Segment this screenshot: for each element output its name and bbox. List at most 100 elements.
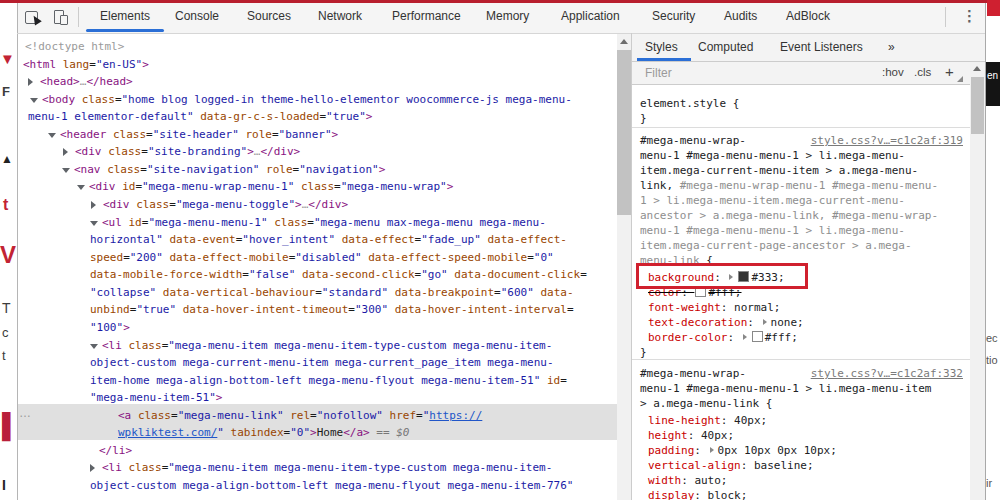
devtools-screenshot: ▼F▲tVTct▌I ElementsConsoleSourcesNetwork…	[0, 0, 1000, 500]
css-property-line-height[interactable]: line-height: 40px;	[648, 413, 767, 428]
collapse-arrow-icon[interactable]	[77, 185, 85, 190]
css-property-height[interactable]: height: 40px;	[648, 428, 734, 443]
selector-line[interactable]: > a.mega-menu-link {	[640, 396, 772, 411]
dom-tree-line[interactable]: unbind="true" data-hover-intent-timeout=…	[90, 301, 574, 318]
dom-token: <header	[60, 128, 106, 141]
tab-application[interactable]: Application	[561, 9, 620, 23]
dom-tree-line[interactable]: <a class="mega-menu-link" rel="nofollow"…	[118, 407, 482, 424]
scrollbar-up-arrow-icon[interactable]	[973, 66, 981, 71]
css-property-width[interactable]: width: auto;	[648, 473, 728, 488]
css-property-text-decoration[interactable]: text-decoration: none;	[648, 315, 804, 330]
elements-scrollbar[interactable]	[617, 34, 631, 500]
dom-tree-line[interactable]: "100">	[90, 319, 130, 336]
color-swatch[interactable]	[752, 331, 763, 342]
selector-line[interactable]: menu-1 #mega-menu-menu-1 > li.mega-menu-…	[640, 381, 931, 396]
dom-token: <div	[103, 198, 130, 211]
dom-token: >	[142, 58, 149, 71]
elements-scrollbar-thumb[interactable]	[617, 50, 631, 215]
dom-token: <nav	[74, 163, 101, 176]
tab-network[interactable]: Network	[318, 9, 362, 23]
tab-adblock[interactable]: AdBlock	[786, 9, 830, 23]
dom-token: "mega-menu-link"	[178, 409, 284, 422]
dom-tree-line[interactable]: speed="200" data-effect-mobile="disabled…	[90, 249, 554, 266]
styles-scrollbar[interactable]	[970, 62, 985, 500]
collapse-arrow-icon[interactable]	[48, 133, 56, 138]
dom-tree-line[interactable]: data-mobile-force-width="false" data-sec…	[90, 266, 587, 283]
tab-performance[interactable]: Performance	[392, 9, 461, 23]
dom-tree-line[interactable]: <div id="mega-menu-wrap-menu-1" class="m…	[89, 178, 453, 195]
dom-token: "site-branding"	[148, 145, 247, 158]
element-style-open[interactable]: element.style {	[640, 96, 739, 111]
selector-line[interactable]: #mega-menu-wrap-	[640, 133, 746, 148]
inspect-element-icon[interactable]	[25, 11, 38, 24]
more-options-icon[interactable]: ⋮	[962, 7, 977, 25]
expand-arrow-icon[interactable]	[90, 464, 95, 472]
collapse-arrow-icon[interactable]	[62, 168, 70, 173]
dom-token: =	[310, 409, 317, 422]
css-property-font-weight[interactable]: font-weight: normal;	[648, 300, 780, 315]
dom-tree-line[interactable]: "collapse" data-vertical-behaviour="stan…	[90, 284, 574, 301]
selector-line[interactable]: #mega-menu-wrap-	[640, 366, 746, 381]
tab-memory[interactable]: Memory	[486, 9, 529, 23]
dom-token: =	[348, 303, 355, 316]
dom-tree-line[interactable]: <ul id="mega-menu-menu-1" class="mega-me…	[102, 214, 546, 231]
expand-arrow-icon[interactable]	[763, 319, 767, 325]
expand-arrow-icon[interactable]	[63, 148, 68, 156]
tab-audits[interactable]: Audits	[724, 9, 757, 23]
dom-tree-line[interactable]: <div class="site-branding">…</div>	[75, 143, 300, 160]
dom-tree-line[interactable]: <li class="mega-menu-item mega-menu-item…	[102, 459, 552, 476]
selector-line[interactable]: item.mega-current-page-ancestor > a.mega…	[640, 238, 912, 253]
expand-arrow-icon[interactable]	[710, 447, 714, 453]
tab-console[interactable]: Console	[175, 9, 219, 23]
selector-line[interactable]: link, #mega-menu-wrap-menu-1 #mega-menu-…	[640, 178, 938, 193]
dom-tree-line[interactable]: </li>	[99, 442, 132, 459]
dom-tree-line[interactable]: "mega-menu-item-51">	[90, 389, 222, 406]
collapse-arrow-icon[interactable]	[90, 344, 98, 349]
dom-tree-line[interactable]: <nav class="site-navigation" role="navig…	[74, 161, 385, 178]
selector-line[interactable]: ancestor > a.mega-menu-link, #mega-menu-…	[640, 208, 938, 223]
styles-scrollbar-thumb[interactable]	[971, 77, 984, 134]
selector-line[interactable]: 1 > li.mega-menu-item.mega-current-menu-	[640, 193, 905, 208]
dom-token: item-home mega-align-bottom-left mega-me…	[90, 374, 540, 387]
expand-arrow-icon[interactable]	[743, 334, 747, 340]
selector-line[interactable]: item.mega-current-menu-item > a.mega-men…	[640, 163, 918, 178]
css-property-border-color[interactable]: border-color: #fff;	[648, 330, 798, 345]
dom-tree-line[interactable]: <div class="mega-menu-toggle">…</div>	[103, 196, 348, 213]
selector-line[interactable]: menu-1 #mega-menu-menu-1 > li.mega-menu-	[640, 223, 905, 238]
devtools-right-border	[985, 0, 986, 500]
css-property-display[interactable]: display: block;	[648, 488, 747, 500]
tab-security[interactable]: Security	[652, 9, 695, 23]
dom-tree-line[interactable]: menu-1 elementor-default" data-gr-c-s-lo…	[28, 108, 372, 125]
dom-tree-line[interactable]: <head>…</head>	[40, 73, 133, 90]
dom-tree-line[interactable]: <!doctype html>	[25, 38, 124, 55]
page-text-fragment: I	[2, 477, 6, 493]
dom-tree-line[interactable]: <li class="mega-menu-item mega-menu-item…	[102, 337, 552, 354]
tab-sources[interactable]: Sources	[247, 9, 291, 23]
dom-tree-line[interactable]: item-home mega-align-bottom-left mega-me…	[90, 372, 567, 389]
dom-token: "mega-menu-wrap-menu-1"	[142, 180, 294, 193]
selector-line[interactable]: menu-1 #mega-menu-menu-1 > li.mega-menu-	[640, 148, 905, 163]
tab-elements[interactable]: Elements	[100, 9, 150, 23]
dom-tree-line[interactable]: horizontal" data-event="hover_intent" da…	[90, 231, 567, 248]
css-property-vertical-align[interactable]: vertical-align: baseline;	[648, 458, 814, 473]
dom-token: <a	[118, 409, 131, 422]
section-divider	[632, 127, 970, 128]
panel-divider[interactable]	[631, 33, 632, 500]
dom-tree-line[interactable]: wpkliktest.com/" tabindex="0">Home</a> =…	[118, 424, 409, 441]
expand-arrow-icon[interactable]	[28, 78, 33, 86]
stylesheet-source-link[interactable]: style.css?v…=c1c2af:332	[811, 366, 963, 381]
dom-tree-line[interactable]: <html lang="en-US">	[23, 56, 149, 73]
collapse-arrow-icon[interactable]	[30, 98, 38, 103]
collapse-arrow-icon[interactable]	[90, 221, 98, 226]
dom-token: "navigation"	[299, 163, 378, 176]
stylesheet-source-link[interactable]: style.css?v…=c1c2af:319	[811, 133, 963, 148]
dom-tree-line[interactable]: <body class="home blog logged-in theme-h…	[42, 91, 572, 108]
expand-arrow-icon[interactable]	[91, 201, 96, 209]
dom-tree-line[interactable]: object-custom mega-align-bottom-left meg…	[90, 477, 573, 494]
dom-tree-line[interactable]: object-custom mega-current-menu-item meg…	[90, 354, 554, 371]
scrollbar-up-arrow-icon[interactable]	[620, 39, 628, 44]
dom-tree-line[interactable]: <header class="site-header" role="banner…	[60, 126, 338, 143]
css-property-padding[interactable]: padding: 0px 10px 0px 10px;	[648, 443, 837, 458]
dom-link[interactable]: https://	[429, 409, 482, 422]
dom-link[interactable]: wpkliktest.com/	[118, 426, 217, 439]
